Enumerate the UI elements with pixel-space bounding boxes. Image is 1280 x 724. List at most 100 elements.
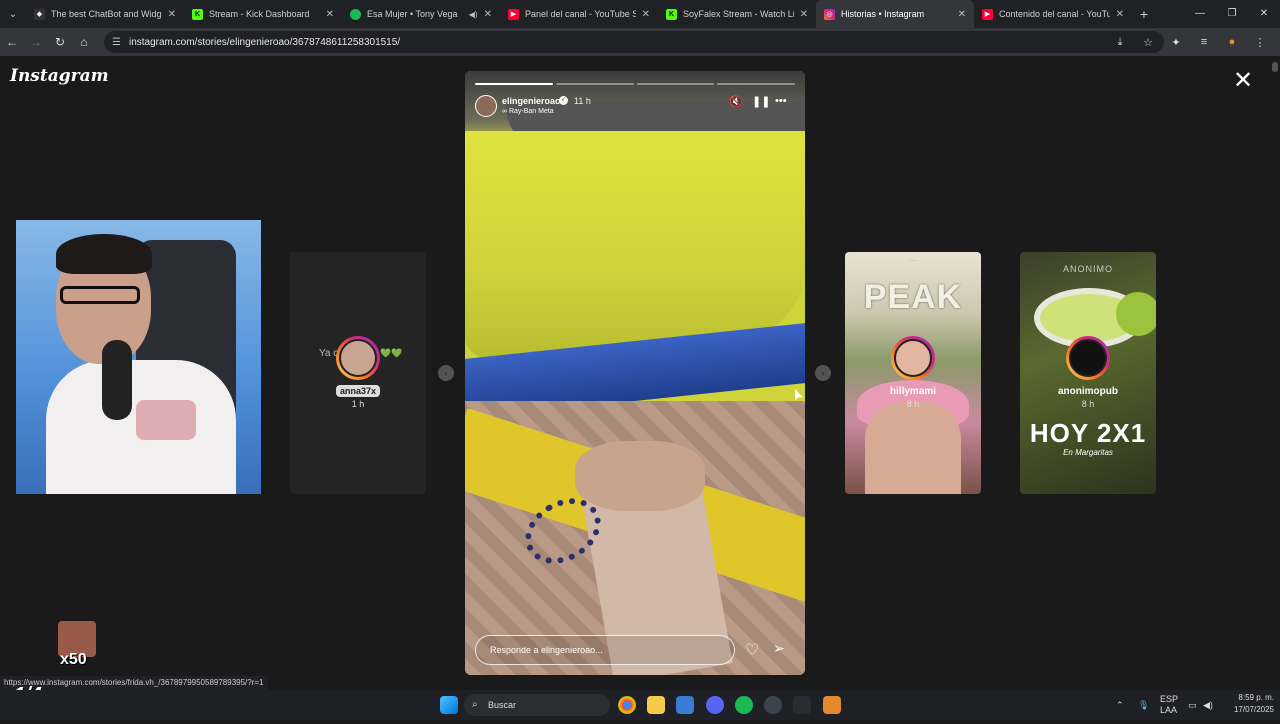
new-tab-button[interactable]: + <box>1132 6 1156 22</box>
tab-close-icon[interactable]: ✕ <box>1116 9 1124 20</box>
youtube-favicon-icon: ▶ <box>982 8 993 20</box>
tab-close-icon[interactable]: ✕ <box>484 9 492 20</box>
tray-chevron-icon[interactable]: ⌃ <box>1116 690 1124 720</box>
reply-input[interactable]: Responde a elingenieroao... <box>475 635 735 665</box>
mute-icon[interactable]: 🔇 <box>729 95 743 108</box>
speaker-icon[interactable]: ◀) <box>469 10 478 19</box>
tab-search-icon[interactable]: ⌄ <box>0 0 26 28</box>
story-username: anonimopub <box>1058 386 1118 397</box>
story-author-avatar[interactable] <box>475 95 497 117</box>
tab-close-icon[interactable]: ✕ <box>800 9 808 20</box>
steam-icon[interactable] <box>764 696 782 714</box>
tab-close-icon[interactable]: ✕ <box>326 9 334 20</box>
story-username: hillymami <box>889 386 937 397</box>
tab-title: Contenido del canal - YouTube Studio <box>999 9 1110 19</box>
volume-icon[interactable]: ◀) <box>1203 690 1213 720</box>
taskbar-search-label: Buscar <box>488 700 517 710</box>
tab-title: Historias • Instagram <box>841 9 925 19</box>
address-bar: ← → ↻ ⌂ ☰ instagram.com/stories/elingeni… <box>0 28 1280 56</box>
search-icon: ⌕ <box>472 699 478 710</box>
green-hearts-icon: 💚💚 <box>380 348 403 358</box>
like-heart-icon[interactable]: ♡ <box>745 640 759 660</box>
window-controls: — ❐ ✕ <box>1184 0 1280 28</box>
tab-5[interactable]: ◎ Historias • Instagram ✕ <box>816 0 974 28</box>
yellow-bumper <box>465 131 805 361</box>
story-avatar <box>891 336 935 380</box>
main-story[interactable]: elingenieroao ✓ 11 h ∞ Ray-Ban Meta 🔇 ❚❚… <box>465 71 805 675</box>
more-options-icon[interactable]: ••• <box>775 95 787 107</box>
progress-segment <box>717 83 795 85</box>
hands <box>575 441 705 511</box>
send-icon[interactable]: ➢ <box>773 640 785 657</box>
webcam-overlay <box>16 220 261 494</box>
story-preview-anonimopub[interactable]: ANONIMO anonimopub 8 h HOY 2X1 En Margar… <box>1020 252 1156 494</box>
previous-story-icon[interactable]: ‹ <box>438 365 454 381</box>
tab-title: The best ChatBot and Widgets <box>51 9 162 19</box>
media-control-icon[interactable]: ≡ <box>1190 36 1218 48</box>
minimize-icon[interactable]: — <box>1184 0 1216 28</box>
network-icon[interactable]: ▭ <box>1188 690 1197 720</box>
chrome-icon[interactable] <box>618 696 636 714</box>
scrollbar-thumb[interactable] <box>1272 62 1278 72</box>
browser-menu-icon[interactable]: ⋮ <box>1246 36 1274 49</box>
tab-6[interactable]: ▶ Contenido del canal - YouTube Studio ✕ <box>974 0 1132 28</box>
extensions-icon[interactable]: ✦ <box>1162 36 1190 49</box>
url-input[interactable]: ☰ instagram.com/stories/elingenieroao/36… <box>104 31 1164 53</box>
tab-close-icon[interactable]: ✕ <box>958 9 966 20</box>
tab-3[interactable]: ▶ Panel del canal - YouTube Studio ✕ <box>500 0 658 28</box>
site-info-icon[interactable]: ☰ <box>112 37 121 48</box>
lang-bottom: LAA <box>1160 705 1178 715</box>
forward-icon[interactable]: → <box>24 28 48 56</box>
story-time: 8 h <box>906 399 920 409</box>
tab-close-icon[interactable]: ✕ <box>642 9 650 20</box>
alert-multiplier: x50 <box>60 651 87 668</box>
taskbar-search[interactable]: ⌕ Buscar <box>464 694 610 716</box>
story-attribution[interactable]: ∞ Ray-Ban Meta <box>502 108 554 115</box>
discord-icon[interactable] <box>706 696 724 714</box>
profile-avatar[interactable]: ● <box>1218 36 1246 48</box>
close-stories-icon[interactable]: ✕ <box>1233 69 1253 93</box>
obs-icon[interactable] <box>793 696 811 714</box>
tab-0[interactable]: ◆ The best ChatBot and Widgets ✕ <box>26 0 184 28</box>
story-author-username[interactable]: elingenieroao <box>502 96 561 106</box>
tab-1[interactable]: K Stream - Kick Dashboard ✕ <box>184 0 342 28</box>
home-icon[interactable]: ⌂ <box>72 28 96 56</box>
tab-4[interactable]: K SoyFalex Stream - Watch Live on Kick ✕ <box>658 0 816 28</box>
story-time: 1 h <box>351 399 365 409</box>
app-icon[interactable] <box>823 696 841 714</box>
poster-face <box>865 402 961 494</box>
next-story-icon[interactable]: › <box>815 365 831 381</box>
stream-alert-overlay: x50 <box>58 621 96 671</box>
install-app-icon[interactable]: ⤓ <box>1106 36 1134 49</box>
kick-favicon-icon: K <box>192 8 203 20</box>
promo-text: HOY 2X1 <box>1029 418 1147 448</box>
bookmark-star-icon[interactable]: ☆ <box>1134 36 1162 49</box>
close-window-icon[interactable]: ✕ <box>1248 0 1280 28</box>
back-icon[interactable]: ← <box>0 28 24 56</box>
spotify-icon[interactable] <box>735 696 753 714</box>
story-preview-hillymami[interactable]: · · · PEAK hillymami 8 h <box>845 252 981 494</box>
restore-icon[interactable]: ❐ <box>1216 0 1248 28</box>
progress-segment <box>475 83 553 85</box>
taskbar-clock[interactable]: 8:59 p. m. 17/07/2025 <box>1224 692 1274 716</box>
streamer-hair <box>56 234 152 274</box>
tab-2[interactable]: Esa Mujer • Tony Vega ◀) ✕ <box>342 0 500 28</box>
store-icon[interactable] <box>676 696 694 714</box>
mic-tray-icon[interactable]: 🎙 <box>1138 690 1149 720</box>
story-time: 8 h <box>1081 399 1095 409</box>
reload-icon[interactable]: ↻ <box>48 28 72 56</box>
verified-badge-icon: ✓ <box>559 96 568 105</box>
story-username: anna37x <box>290 385 426 397</box>
pause-icon[interactable]: ❚❚ <box>752 95 770 108</box>
windows-start-icon[interactable] <box>440 696 458 714</box>
poster-brand: ANONIMO <box>1062 264 1113 274</box>
story-preview-anna[interactable]: Ya c 💚💚 anna37x 1 h <box>290 252 426 494</box>
tab-title: Panel del canal - YouTube Studio <box>525 9 636 19</box>
lang-top: ESP <box>1160 694 1179 704</box>
progress-segment <box>555 83 634 85</box>
page-scrollbar[interactable] <box>1270 56 1280 690</box>
file-explorer-icon[interactable] <box>647 696 665 714</box>
instagram-logo[interactable]: Instagram <box>10 66 109 86</box>
tab-close-icon[interactable]: ✕ <box>168 9 176 20</box>
story-avatar <box>1066 336 1110 380</box>
